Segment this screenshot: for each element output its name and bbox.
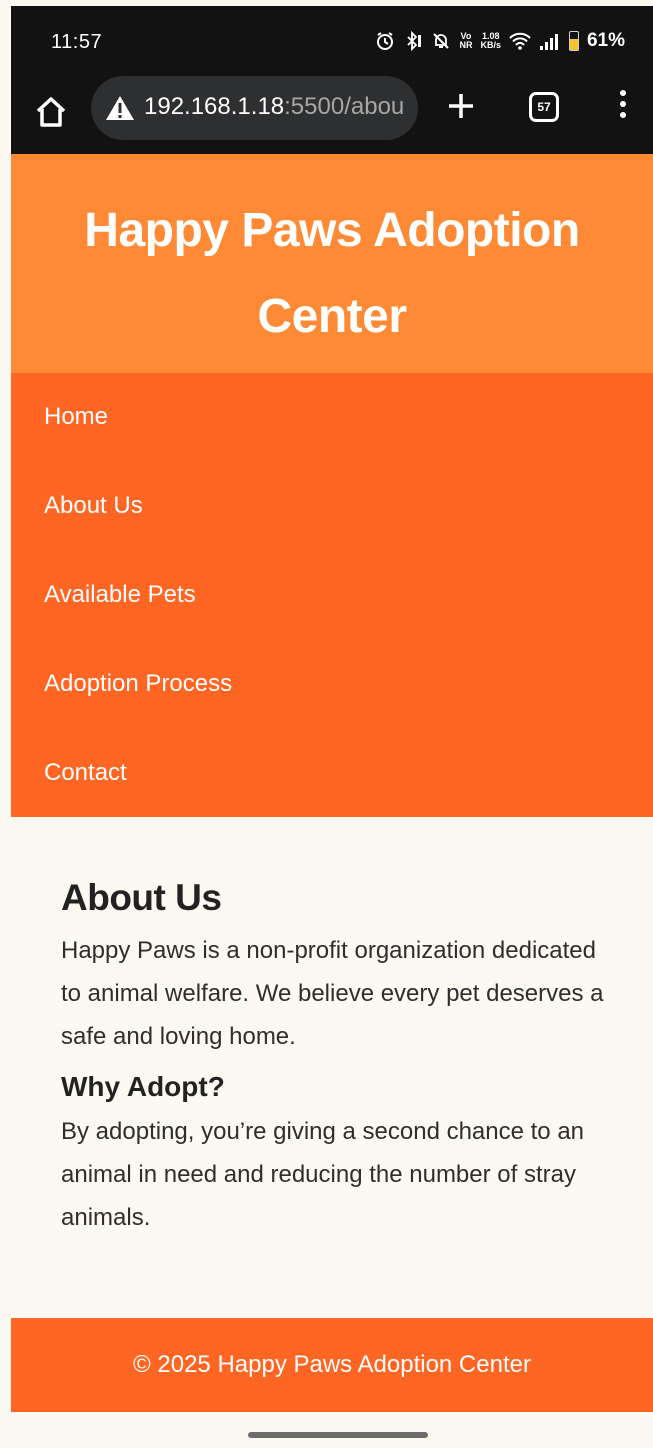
mute-icon <box>433 33 450 49</box>
battery-icon <box>568 31 579 51</box>
site-footer: © 2025 Happy Paws Adoption Center <box>11 1318 653 1412</box>
about-paragraph: Happy Paws is a non-profit organization … <box>61 937 604 1050</box>
address-bar[interactable]: 192.168.1.18:5500/abou <box>91 76 418 140</box>
menu-dot <box>620 90 626 96</box>
menu-dot <box>620 112 626 118</box>
nav-item-home[interactable]: Home <box>44 403 108 431</box>
footer-copyright: © 2025 Happy Paws Adoption Center <box>133 1351 531 1378</box>
battery-percent: 61% <box>586 30 625 51</box>
home-icon[interactable] <box>33 94 69 130</box>
nav-item-adoption-process[interactable]: Adoption Process <box>44 670 232 698</box>
main-content: About Us Happy Paws is a non-profit orga… <box>11 817 653 1318</box>
nav-item-about-us[interactable]: About Us <box>44 492 143 520</box>
tab-switcher-icon[interactable]: 57 <box>529 92 559 122</box>
screen-content: 11:57 Vo NR 1.08 KB/s 61% 192.168.1.18:5… <box>11 6 653 1448</box>
main-nav: Home About Us Available Pets Adoption Pr… <box>11 373 653 817</box>
signal-icon <box>539 34 558 50</box>
volte-icon: Vo NR <box>459 32 472 50</box>
url-path: :5500/abou <box>284 93 405 120</box>
network-speed: 1.08 KB/s <box>480 32 501 50</box>
network-speed-unit: KB/s <box>480 40 501 50</box>
about-heading: About Us <box>61 877 222 918</box>
status-icons: Vo NR 1.08 KB/s 61% <box>375 30 625 52</box>
wifi-icon <box>509 32 531 50</box>
status-time: 11:57 <box>51 31 103 53</box>
why-adopt-paragraph: By adopting, you’re giving a second chan… <box>61 1118 585 1231</box>
new-tab-plus-icon[interactable] <box>446 91 476 121</box>
url-text[interactable]: 192.168.1.18:5500/abou <box>144 93 404 121</box>
phone-screen: 11:57 Vo NR 1.08 KB/s 61% 192.168.1.18:5… <box>0 0 653 1448</box>
browser-toolbar: 192.168.1.18:5500/abou 57 <box>11 76 653 154</box>
page-title: Happy Paws Adoption Center <box>84 204 580 343</box>
nav-item-contact[interactable]: Contact <box>44 759 127 787</box>
gesture-navigation-bar[interactable] <box>248 1432 428 1438</box>
url-host: 192.168.1.18 <box>144 93 285 120</box>
status-bar: 11:57 Vo NR 1.08 KB/s 61% <box>11 6 653 76</box>
site-header: Happy Paws Adoption Center <box>11 154 653 373</box>
alarm-icon <box>377 32 394 50</box>
overflow-menu-icon[interactable] <box>616 90 630 124</box>
why-adopt-heading: Why Adopt? <box>61 1071 225 1102</box>
battery-level-fill <box>569 39 578 50</box>
bluetooth-icon <box>407 31 422 51</box>
tab-count: 57 <box>537 100 551 114</box>
menu-dot <box>620 101 626 107</box>
not-secure-warning-icon[interactable] <box>105 94 135 122</box>
network-type-bottom: NR <box>459 40 473 50</box>
nav-item-available-pets[interactable]: Available Pets <box>44 581 196 609</box>
